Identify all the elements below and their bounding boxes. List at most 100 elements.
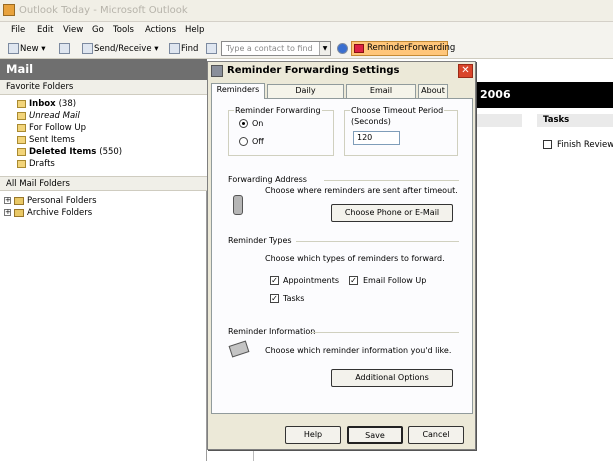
tasks-header: Tasks — [537, 114, 613, 127]
timeout-unit-label: (Seconds) — [351, 117, 391, 126]
additional-options-button[interactable]: Additional Options — [331, 369, 453, 387]
send-receive-icon — [82, 43, 93, 54]
radio-off[interactable] — [239, 137, 248, 146]
help-dialog-button[interactable]: Help — [285, 426, 341, 444]
reminder-forwarding-toolbar-button[interactable]: ReminderForwarding — [351, 41, 455, 56]
address-book-button[interactable] — [206, 42, 218, 56]
favorite-folders-header: Favorite Folders — [0, 80, 207, 95]
print-button[interactable] — [59, 42, 71, 56]
tab-daily-appointments[interactable]: Daily Appointments — [267, 84, 344, 107]
chevron-down-icon[interactable]: ▼ — [319, 42, 330, 55]
print-icon — [59, 43, 70, 54]
appointments-label[interactable]: Appointments — [283, 276, 339, 286]
new-button[interactable]: New ▾ — [8, 42, 46, 56]
tab-email-forwarding[interactable]: Email Forwarding — [346, 84, 416, 107]
all-mail-folders-header: All Mail Folders — [0, 176, 207, 191]
search-folder-icon — [17, 123, 26, 132]
find-icon — [169, 43, 180, 54]
find-label: Find — [181, 44, 199, 54]
save-button[interactable]: Save — [347, 426, 403, 444]
close-icon[interactable]: ✕ — [458, 64, 473, 78]
task-checkbox[interactable] — [543, 140, 552, 149]
folder-label: Deleted Items — [29, 147, 97, 157]
timeout-label: Choose Timeout Period — [350, 106, 445, 116]
reminder-forwarding-label: ReminderForwarding — [367, 43, 456, 53]
calendar-column-header — [474, 114, 522, 127]
radio-off-label[interactable]: Off — [252, 137, 264, 147]
folder-deleted-items[interactable]: Deleted Items (550) — [17, 147, 122, 158]
find-button[interactable]: Find — [169, 42, 198, 56]
task-label: Finish Reviewing — [557, 140, 613, 150]
menu-view[interactable]: View — [63, 25, 83, 35]
reminder-types-desc: Choose which types of reminders to forwa… — [265, 254, 445, 263]
appointments-checkbox[interactable]: ✓ — [270, 276, 279, 285]
personal-folders-icon — [14, 196, 24, 205]
folder-label: Drafts — [29, 159, 55, 169]
tree-label: Personal Folders — [27, 196, 97, 206]
menu-help[interactable]: Help — [185, 25, 204, 35]
forwarding-address-desc: Choose where reminders are sent after ti… — [265, 186, 458, 195]
expand-icon[interactable]: + — [4, 197, 11, 204]
window-titlebar: Outlook Today - Microsoft Outlook — [0, 0, 613, 22]
menu-edit[interactable]: Edit — [37, 25, 53, 35]
reminder-forwarding-icon — [354, 44, 364, 53]
forwarding-address-header: Forwarding Address — [228, 175, 307, 184]
dialog-title: Reminder Forwarding Settings — [227, 65, 400, 76]
contact-search-placeholder: Type a contact to find — [226, 44, 313, 53]
email-follow-up-checkbox[interactable]: ✓ — [349, 276, 358, 285]
tree-label: Archive Folders — [27, 208, 93, 218]
divider — [324, 180, 459, 181]
help-icon — [337, 43, 348, 54]
folder-drafts[interactable]: Drafts — [17, 159, 55, 170]
contact-search-box[interactable]: Type a contact to find ▼ — [221, 41, 331, 56]
tasks-checkbox[interactable]: ✓ — [270, 294, 279, 303]
today-date-banner: 2006 — [474, 82, 613, 108]
radio-on[interactable] — [239, 119, 248, 128]
menu-file[interactable]: File — [11, 25, 25, 35]
divider — [310, 332, 459, 333]
menu-bar: File Edit View Go Tools Actions Help — [0, 22, 613, 39]
folder-unread-mail[interactable]: Unread Mail — [17, 111, 80, 122]
nav-pane-title: Mail — [0, 59, 207, 80]
tree-archive-folders[interactable]: + Archive Folders — [4, 208, 92, 219]
folder-count: (38) — [58, 99, 77, 109]
reminder-information-header: Reminder Information — [228, 327, 316, 336]
timeout-input[interactable]: 120 — [353, 131, 400, 145]
folder-label: Unread Mail — [29, 111, 80, 121]
tasks-label[interactable]: Tasks — [283, 294, 304, 304]
folder-count: (550) — [99, 147, 123, 157]
menu-go[interactable]: Go — [92, 25, 104, 35]
reminder-types-header: Reminder Types — [228, 236, 292, 245]
tab-reminders[interactable]: Reminders — [211, 83, 265, 99]
drafts-icon — [17, 159, 26, 168]
folder-for-follow-up[interactable]: For Follow Up — [17, 123, 86, 134]
folder-label: For Follow Up — [29, 123, 86, 133]
mobile-phone-icon — [233, 195, 243, 215]
help-button[interactable] — [337, 42, 349, 56]
trash-icon — [17, 147, 26, 156]
email-follow-up-label[interactable]: Email Follow Up — [363, 276, 426, 286]
menu-actions[interactable]: Actions — [145, 25, 176, 35]
folder-sent-items[interactable]: Sent Items — [17, 135, 75, 146]
reminder-forwarding-group — [228, 110, 334, 156]
tab-about[interactable]: About — [418, 84, 448, 98]
inbox-icon — [17, 99, 26, 108]
reminder-information-desc: Choose which reminder information you'd … — [265, 346, 452, 355]
expand-icon[interactable]: + — [4, 209, 11, 216]
menu-tools[interactable]: Tools — [113, 25, 134, 35]
dialog-titlebar[interactable]: Reminder Forwarding Settings ✕ — [208, 62, 475, 81]
choose-phone-or-email-button[interactable]: Choose Phone or E-Mail — [331, 204, 453, 222]
tree-personal-folders[interactable]: + Personal Folders — [4, 196, 97, 207]
address-book-icon — [206, 43, 217, 54]
reminder-forwarding-label: Reminder Forwarding — [234, 106, 322, 116]
new-label: New — [20, 44, 39, 54]
folder-inbox[interactable]: Inbox (38) — [17, 99, 76, 110]
cancel-button[interactable]: Cancel — [408, 426, 464, 444]
divider — [296, 241, 459, 242]
send-receive-button[interactable]: Send/Receive ▾ — [82, 42, 159, 56]
sent-items-icon — [17, 135, 26, 144]
task-item[interactable]: Finish Reviewing — [543, 140, 613, 150]
folder-label: Sent Items — [29, 135, 75, 145]
radio-on-label[interactable]: On — [252, 119, 263, 129]
window-title: Outlook Today - Microsoft Outlook — [19, 5, 188, 16]
